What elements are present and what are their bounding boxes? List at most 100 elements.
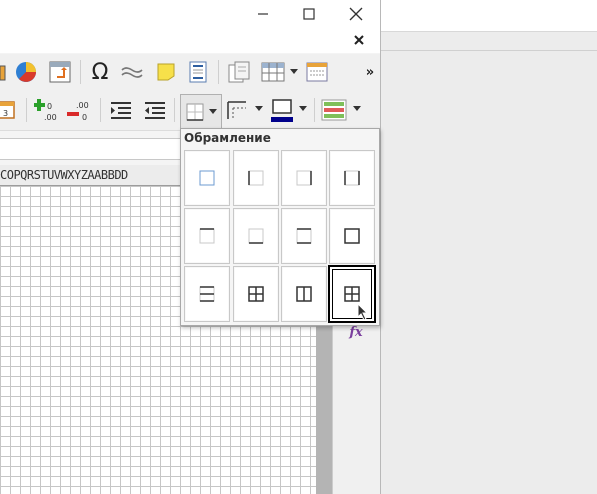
print-range-button[interactable]	[226, 60, 252, 84]
cursor-arrow-icon	[357, 302, 369, 321]
formatting-toolbar: 3 0 .00 .00 0	[0, 90, 380, 131]
chevron-down-icon	[209, 109, 217, 114]
all-borders-icon	[344, 286, 360, 302]
left-border-icon	[248, 170, 264, 186]
background-window-titlebar	[381, 0, 597, 31]
mouse-cursor	[357, 302, 369, 321]
delete-decimal-icon: .00 0	[67, 101, 89, 122]
horizontal-inner-borders-icon	[199, 286, 215, 302]
conditional-format-button[interactable]	[320, 98, 348, 122]
window-close-button[interactable]	[341, 0, 371, 27]
maximize-button[interactable]	[294, 0, 324, 27]
increase-indent-button[interactable]	[108, 98, 134, 122]
show-draw-functions-icon	[306, 62, 328, 82]
outer-border-icon	[344, 228, 360, 244]
fx-icon: fx	[349, 324, 363, 340]
svg-text:.00: .00	[76, 101, 89, 110]
date-button[interactable]: 3	[0, 98, 16, 120]
pivot-table-icon	[49, 61, 71, 83]
add-decimal-button[interactable]: 0 .00	[34, 96, 62, 124]
delete-decimal-button[interactable]: .00 0	[66, 96, 94, 124]
outer-and-inner-borders-icon	[248, 286, 264, 302]
standard-toolbar: Ω »	[0, 54, 380, 90]
calendar-icon: 3	[0, 101, 15, 119]
border-option-outer[interactable]	[329, 208, 375, 264]
border-option-left[interactable]	[233, 150, 279, 206]
close-document-button[interactable]	[352, 33, 366, 47]
title-bar	[0, 0, 380, 27]
border-style-icon	[227, 101, 246, 119]
divider	[381, 50, 597, 51]
conditional-format-dropdown[interactable]	[352, 104, 362, 114]
minimize-icon	[258, 12, 268, 15]
border-option-top-bottom[interactable]	[281, 208, 327, 264]
print-range-icon	[228, 61, 250, 83]
left-right-borders-icon	[344, 170, 360, 186]
hyperlink-button[interactable]	[120, 60, 144, 84]
close-icon	[349, 7, 363, 20]
borders-icon	[186, 103, 204, 121]
border-color-dropdown[interactable]	[298, 104, 308, 114]
toolbar-separator	[80, 60, 81, 84]
decrease-indent-button[interactable]	[142, 98, 168, 122]
divider	[381, 31, 597, 32]
column-headers: COPQRSTUVWXYZAABBDD	[0, 165, 180, 186]
chart-icon	[16, 62, 36, 82]
svg-text:3: 3	[3, 109, 8, 118]
chevron-down-icon	[353, 106, 361, 111]
increase-indent-icon	[111, 102, 131, 119]
maximize-icon	[303, 7, 315, 20]
comment-button[interactable]	[154, 60, 178, 84]
freeze-rows-dropdown[interactable]	[288, 64, 300, 80]
border-color-button[interactable]	[268, 96, 296, 124]
toolbar-separator	[314, 98, 315, 122]
menu-bar	[0, 27, 380, 53]
freeze-rows-icon	[261, 62, 285, 82]
outer-and-vertical-borders-icon	[296, 286, 312, 302]
border-style-dropdown[interactable]	[254, 104, 264, 114]
add-decimal-icon: 0 .00	[34, 99, 57, 122]
border-option-top[interactable]	[184, 208, 230, 264]
bottom-border-icon	[248, 228, 264, 244]
header-footer-button[interactable]	[186, 60, 210, 84]
special-character-icon: Ω	[91, 59, 109, 85]
pivot-table-button[interactable]	[48, 60, 72, 84]
no-borders-icon	[199, 170, 215, 186]
formula-input[interactable]	[0, 138, 180, 160]
border-color-icon	[271, 99, 293, 122]
conditional-format-icon	[321, 99, 347, 121]
toolbar-overflow-button[interactable]: »	[362, 62, 378, 82]
border-option-left-right[interactable]	[329, 150, 375, 206]
chevron-down-icon	[255, 106, 263, 111]
chart-button[interactable]	[14, 60, 38, 84]
toolbar-separator	[218, 60, 219, 84]
border-color-swatch	[271, 117, 293, 122]
svg-text:0: 0	[82, 113, 87, 122]
border-option-outer-inner[interactable]	[233, 266, 279, 322]
hyperlink-icon	[121, 67, 143, 78]
close-icon	[354, 35, 364, 45]
chevron-down-icon	[299, 106, 307, 111]
top-border-icon	[199, 228, 215, 244]
toolbar-separator	[100, 98, 101, 122]
comment-icon	[157, 63, 175, 81]
toolbar-separator	[174, 98, 175, 122]
border-option-horizontal-inner[interactable]	[184, 266, 230, 322]
special-character-button[interactable]: Ω	[88, 58, 112, 86]
border-style-button[interactable]	[226, 98, 248, 122]
image-icon	[0, 65, 6, 81]
border-option-outer-vertical[interactable]	[281, 266, 327, 322]
borders-button[interactable]	[180, 94, 222, 129]
border-option-bottom[interactable]	[233, 208, 279, 264]
show-draw-functions-button[interactable]	[304, 60, 330, 84]
minimize-button[interactable]	[248, 0, 278, 27]
freeze-rows-button[interactable]	[260, 60, 286, 84]
borders-popup: Обрамление	[180, 128, 380, 326]
image-button[interactable]	[0, 62, 6, 82]
top-bottom-borders-icon	[296, 228, 312, 244]
header-footer-icon	[189, 61, 207, 83]
right-border-icon	[296, 170, 312, 186]
border-option-no-borders[interactable]	[184, 150, 230, 206]
border-option-right[interactable]	[281, 150, 327, 206]
toolbar-separator	[26, 98, 27, 122]
